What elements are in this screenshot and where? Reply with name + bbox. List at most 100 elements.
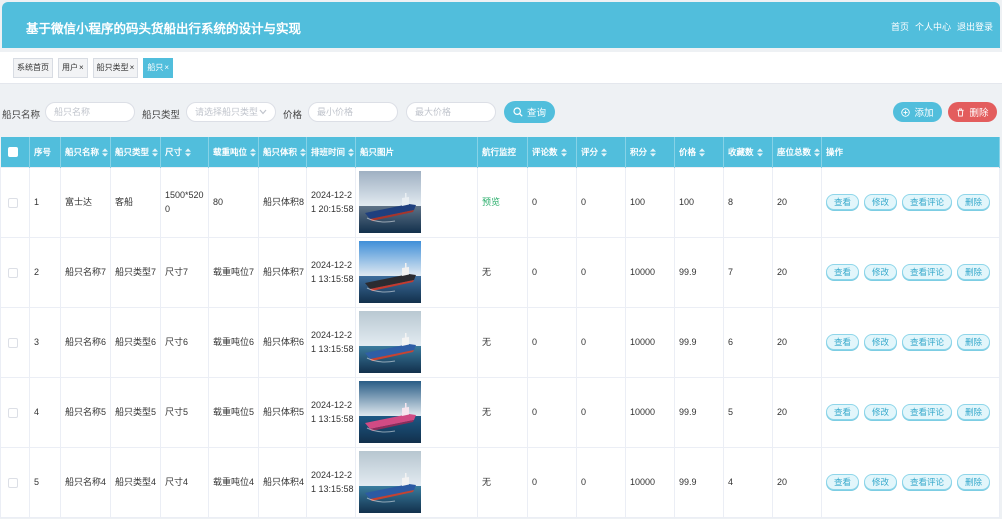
column-header-comments[interactable]: 评论数 [527,137,577,167]
row-checkbox[interactable] [8,337,18,348]
cell-type: 船只类型6 [110,306,161,378]
max-price-input[interactable] [406,102,496,122]
ship-name-input[interactable] [45,102,135,122]
column-header-rating[interactable]: 评分 [576,137,626,167]
delete-row-button[interactable]: 删除 [957,404,991,420]
view-button[interactable]: 查看 [826,474,860,490]
nav-logout-link[interactable]: 退出登录 [957,20,993,33]
column-header-seats[interactable]: 座位总数 [772,137,822,167]
table-body: 1 富士达 客船 1500*5200 80 船只体积8 2024-12-21 20:15:5… [0,166,1000,518]
tab-ship-types[interactable]: 船只类型 × [92,58,139,78]
open-tabs: 系统首页 用户 × 船只类型 × 船只 × [13,58,174,78]
add-button[interactable]: 添加 [893,102,942,122]
edit-button[interactable]: 修改 [864,264,898,280]
column-header-size[interactable]: 尺寸 [160,137,209,167]
column-header-label: 船只图片 [360,146,395,157]
sort-icon[interactable] [650,148,657,157]
sort-icon[interactable] [152,148,159,157]
tab-users[interactable]: 用户 × [58,58,88,78]
column-header-type[interactable]: 船只类型 [110,137,161,167]
row-checkbox[interactable] [8,267,18,278]
sort-icon[interactable] [102,148,109,157]
edit-button[interactable]: 修改 [864,334,898,350]
view-button[interactable]: 查看 [826,264,860,280]
sort-icon[interactable] [250,148,257,157]
delete-row-button[interactable]: 删除 [957,334,991,350]
view-comments-button[interactable]: 查看评论 [902,334,953,350]
view-comments-button[interactable]: 查看评论 [902,264,953,280]
monitor-value: 无 [482,267,492,277]
view-comments-button[interactable]: 查看评论 [902,404,953,420]
edit-button[interactable]: 修改 [864,404,898,420]
nav-home-link[interactable]: 首页 [891,20,909,33]
tab-label: 船只 [147,63,164,72]
view-button[interactable]: 查看 [826,194,860,210]
app-header: 基于微信小程序的码头货船出行系统的设计与实现 首页 个人中心 退出登录 [2,2,1000,48]
nav-profile-link[interactable]: 个人中心 [915,20,951,33]
row-checkbox[interactable] [8,477,18,488]
delete-row-button[interactable]: 删除 [957,474,991,490]
sort-icon[interactable] [560,148,567,157]
column-header-favorites[interactable]: 收藏数 [723,137,773,167]
edit-button[interactable]: 修改 [864,474,898,490]
close-icon[interactable]: × [79,59,84,77]
column-header-volume[interactable]: 船只体积 [258,137,307,167]
column-header-tonnage[interactable]: 载重吨位 [208,137,259,167]
sort-icon[interactable] [601,148,608,157]
cell-comments: 0 [527,306,577,378]
view-button[interactable]: 查看 [826,404,860,420]
tab-ships[interactable]: 船只 × [143,58,174,78]
sort-icon[interactable] [185,148,192,157]
table-row: 4 船只名称5 船只类型5 尺寸5 载重吨位5 船只体积5 2024-12-21 13:15… [0,376,1000,448]
delete-row-button[interactable]: 删除 [957,194,991,210]
cell-price: 99.9 [674,376,724,448]
row-checkbox[interactable] [8,197,18,208]
cell-rating: 0 [576,376,626,448]
column-header-name[interactable]: 船只名称 [60,137,111,167]
column-header-label: 船只体积 [263,146,298,157]
column-header-label: 评论数 [532,146,558,157]
sort-icon[interactable] [300,148,306,157]
batch-delete-button[interactable]: 删除 [948,102,997,122]
column-header-price[interactable]: 价格 [674,137,724,167]
cell-name: 富士达 [60,166,111,238]
column-header-points[interactable]: 积分 [625,137,675,167]
ship-photo [359,171,421,233]
column-header-monitor: 航行监控 [477,137,528,167]
sort-icon[interactable] [814,148,821,157]
query-button[interactable]: 查询 [504,101,555,123]
cell-index: 5 [29,446,61,518]
tab-system-home[interactable]: 系统首页 [13,58,53,78]
close-icon[interactable]: × [164,59,169,77]
row-checkbox[interactable] [8,407,18,418]
cell-points: 10000 [625,306,675,378]
delete-row-button[interactable]: 删除 [957,264,991,280]
view-button[interactable]: 查看 [826,334,860,350]
cell-schedule: 2024-12-21 13:15:58 [306,236,356,308]
sort-icon[interactable] [756,148,763,157]
cell-comments: 0 [527,376,577,448]
tab-bar: 系统首页 用户 × 船只类型 × 船只 × [0,52,1002,84]
table-header-row: 序号 船只名称 船只类型 尺寸 载重吨位 船只体积 排班时间 船只图片 航行监控 评论数 评分 积分 价… [0,137,1000,167]
cell-schedule: 2024-12-21 13:15:58 [306,306,356,378]
view-comments-button[interactable]: 查看评论 [902,474,953,490]
cell-index: 1 [29,166,61,238]
cell-actions: 查看 修改 查看评论 删除 [821,376,1000,448]
edit-button[interactable]: 修改 [864,194,898,210]
cell-seats: 20 [772,166,822,238]
top-nav: 首页 个人中心 退出登录 [891,20,993,33]
min-price-input[interactable] [308,102,398,122]
select-all-checkbox[interactable] [7,147,18,158]
sort-icon[interactable] [699,148,706,157]
cell-volume: 船只体积7 [258,236,307,308]
view-comments-button[interactable]: 查看评论 [902,194,953,210]
ship-type-select[interactable]: 请选择船只类型 [186,102,276,122]
close-icon[interactable]: × [130,59,135,77]
cell-type: 船只类型4 [110,446,161,518]
sort-icon[interactable] [348,148,355,157]
monitor-value: 无 [482,407,492,417]
column-header-schedule[interactable]: 排班时间 [306,137,356,167]
tab-label: 系统首页 [17,63,49,72]
monitor-preview-link[interactable]: 预览 [482,197,500,207]
column-header-label: 载重吨位 [213,146,248,157]
